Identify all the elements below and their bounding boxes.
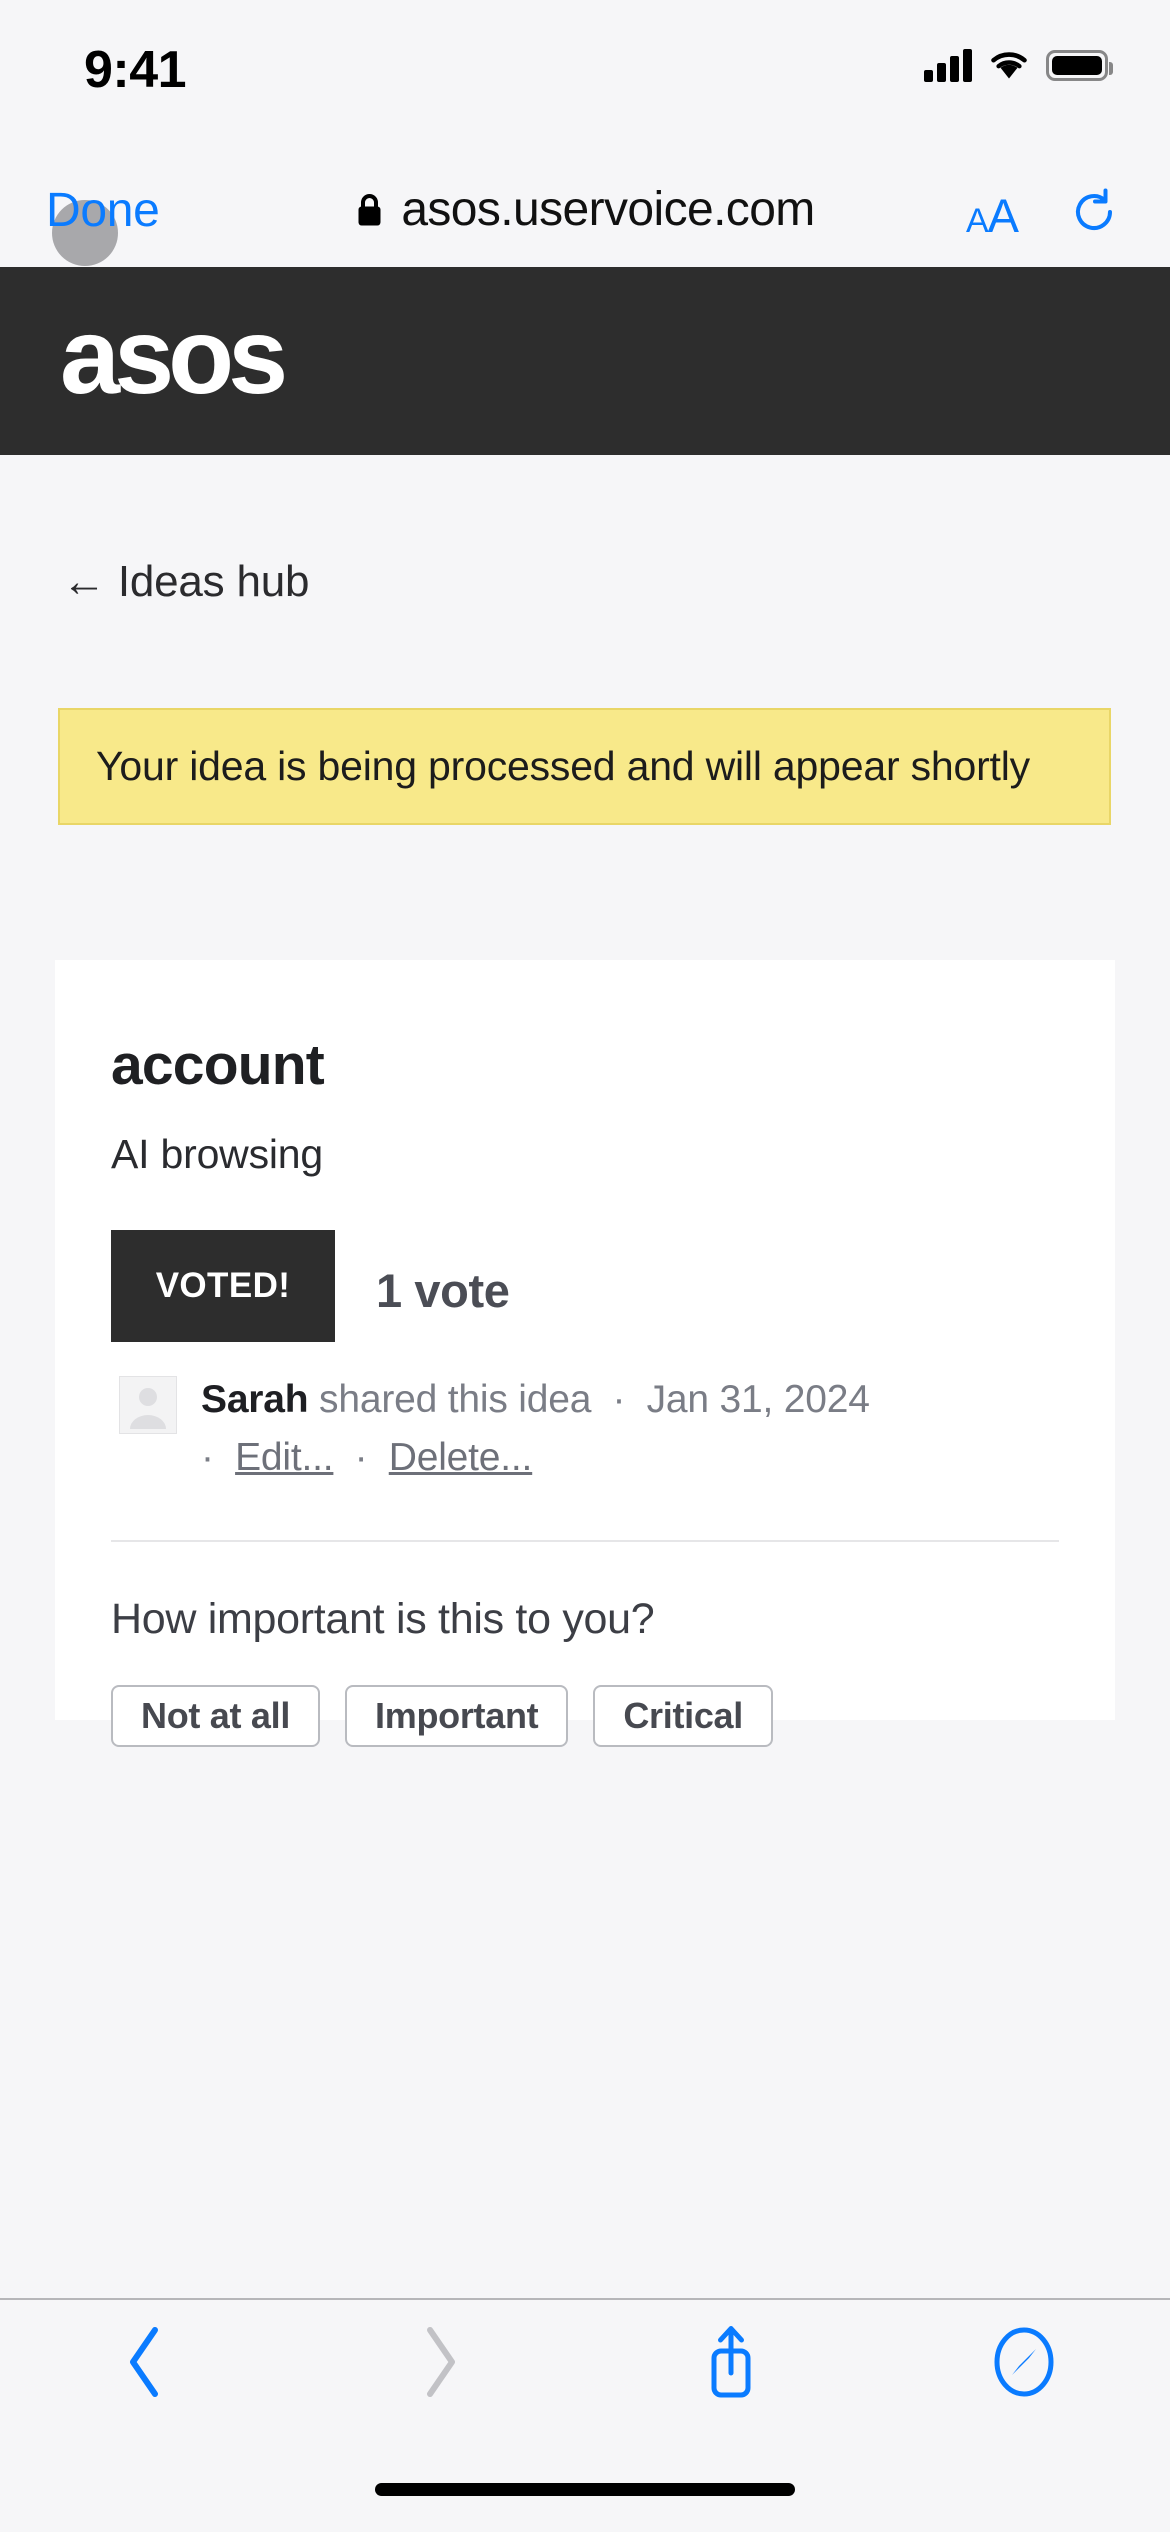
meta-separator-3: · — [354, 1436, 368, 1479]
idea-author-actions: · Edit... · Delete... — [201, 1436, 532, 1480]
back-to-ideas-hub-link[interactable]: ← Ideas hub — [62, 557, 309, 607]
safari-compass-icon — [994, 2327, 1054, 2397]
voted-button-label: VOTED! — [155, 1266, 291, 1305]
author-name: Sarah — [201, 1378, 309, 1421]
chevron-left-icon — [130, 2327, 159, 2397]
idea-description: AI browsing — [111, 1131, 324, 1177]
home-indicator-zone — [0, 2422, 1170, 2532]
cellular-signal-icon — [924, 48, 972, 82]
voted-button[interactable]: VOTED! — [111, 1230, 335, 1342]
card-divider — [111, 1540, 1059, 1542]
forward-button[interactable] — [293, 2322, 586, 2402]
tabs-button[interactable] — [878, 2326, 1170, 2398]
lock-icon — [358, 193, 381, 225]
text-size-large-a: A — [987, 189, 1019, 242]
importance-option-important[interactable]: Important — [345, 1685, 569, 1747]
idea-title: account — [111, 1033, 325, 1097]
text-size-small-a: A — [965, 202, 989, 240]
back-button[interactable] — [0, 2322, 293, 2402]
author-action-text: shared this idea — [319, 1378, 592, 1421]
chevron-right-icon — [426, 2327, 455, 2397]
importance-options: Not at all Important Critical — [111, 1685, 773, 1747]
share-icon — [711, 2326, 751, 2398]
site-header: asos — [0, 267, 1170, 455]
meta-separator-2: · — [201, 1436, 214, 1479]
importance-question: How important is this to you? — [111, 1595, 655, 1643]
home-indicator[interactable] — [375, 2483, 795, 2496]
share-button[interactable] — [585, 2321, 878, 2403]
back-link-label: Ideas hub — [117, 557, 310, 606]
delete-idea-link[interactable]: Delete... — [389, 1436, 533, 1479]
reload-icon[interactable] — [1070, 188, 1118, 236]
iphone-screen: 9:41 Done asos.uservoice.com A A asos ← … — [0, 0, 1170, 2532]
status-bar: 9:41 — [0, 0, 1170, 152]
idea-card: account AI browsing VOTED! 1 vote Sarah … — [55, 960, 1115, 1747]
page-content: ← Ideas hub Your idea is being processed … — [0, 455, 1170, 2532]
browser-top-bar: Done asos.uservoice.com A A — [0, 152, 1170, 267]
left-arrow-icon: ← — [62, 557, 106, 606]
browser-bottom-toolbar — [0, 2298, 1170, 2422]
status-bar-indicators — [924, 48, 1113, 82]
asos-logo[interactable]: asos — [60, 305, 356, 415]
processing-notice-text: Your idea is being processed and will ap… — [96, 743, 1030, 789]
text-size-button[interactable]: A A — [965, 188, 1019, 243]
importance-option-critical[interactable]: Critical — [593, 1685, 773, 1747]
processing-notice-banner: Your idea is being processed and will ap… — [58, 708, 1111, 825]
idea-date: Jan 31, 2024 — [646, 1378, 870, 1421]
vote-count: 1 vote — [376, 1264, 510, 1317]
user-avatar-placeholder-icon — [119, 1376, 177, 1434]
url-text: asos.uservoice.com — [401, 183, 815, 236]
wifi-icon — [991, 52, 1027, 79]
importance-option-not-at-all[interactable]: Not at all — [111, 1685, 321, 1747]
idea-author-meta: Sarah shared this idea · Jan 31, 2024 — [201, 1378, 870, 1422]
battery-icon — [1046, 49, 1113, 81]
svg-text:asos: asos — [60, 305, 284, 415]
meta-separator-1: · — [612, 1378, 626, 1421]
edit-idea-link[interactable]: Edit... — [235, 1436, 334, 1479]
status-bar-clock: 9:41 — [84, 41, 187, 99]
